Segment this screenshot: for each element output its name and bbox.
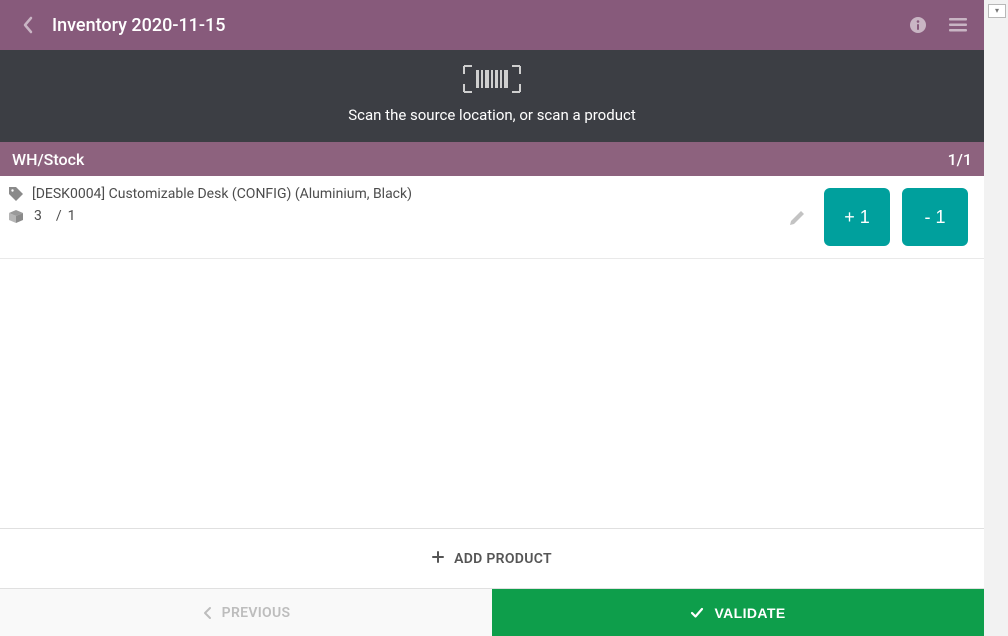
info-button[interactable] <box>908 15 928 35</box>
check-icon <box>690 607 704 619</box>
add-product-label: ADD PRODUCT <box>454 551 552 567</box>
empty-area <box>0 258 984 528</box>
previous-label: PREVIOUS <box>222 605 291 621</box>
chevron-left-icon <box>22 16 34 34</box>
back-button[interactable] <box>16 13 40 37</box>
decrement-button[interactable]: - 1 <box>902 188 968 246</box>
scan-banner: Scan the source location, or scan a prod… <box>0 50 984 142</box>
increment-button[interactable]: + 1 <box>824 188 890 246</box>
location-bar: WH/Stock 1/1 <box>0 142 984 176</box>
location-pager: 1/1 <box>948 150 972 169</box>
qty-expected: 1 <box>68 208 76 224</box>
plus-icon <box>432 551 444 567</box>
hamburger-icon <box>948 17 968 33</box>
page-title: Inventory 2020-11-15 <box>52 15 908 36</box>
validate-label: VALIDATE <box>714 605 785 621</box>
box-icon <box>8 209 24 223</box>
validate-button[interactable]: VALIDATE <box>492 589 984 636</box>
pencil-icon <box>788 207 808 227</box>
location-name: WH/Stock <box>12 150 84 169</box>
product-name: [DESK0004] Customizable Desk (CONFIG) (A… <box>32 186 412 202</box>
chevron-left-icon <box>202 606 212 620</box>
previous-button[interactable]: PREVIOUS <box>0 589 492 636</box>
product-line[interactable]: [DESK0004] Customizable Desk (CONFIG) (A… <box>0 176 984 259</box>
info-icon <box>909 16 927 34</box>
scan-hint-text: Scan the source location, or scan a prod… <box>348 106 635 124</box>
barcode-icon <box>462 64 522 94</box>
tag-icon <box>8 186 24 202</box>
footer-nav: PREVIOUS VALIDATE <box>0 588 984 636</box>
qty-counted: 3 <box>34 208 42 224</box>
outer-dropdown-hint: ▾ <box>988 4 1006 18</box>
menu-button[interactable] <box>948 15 968 35</box>
add-product-button[interactable]: ADD PRODUCT <box>0 528 984 588</box>
app-header: Inventory 2020-11-15 <box>0 0 984 50</box>
outer-app-sliver: ▾ <box>984 0 1008 636</box>
edit-button[interactable] <box>784 203 812 231</box>
qty-separator: / <box>56 208 62 224</box>
